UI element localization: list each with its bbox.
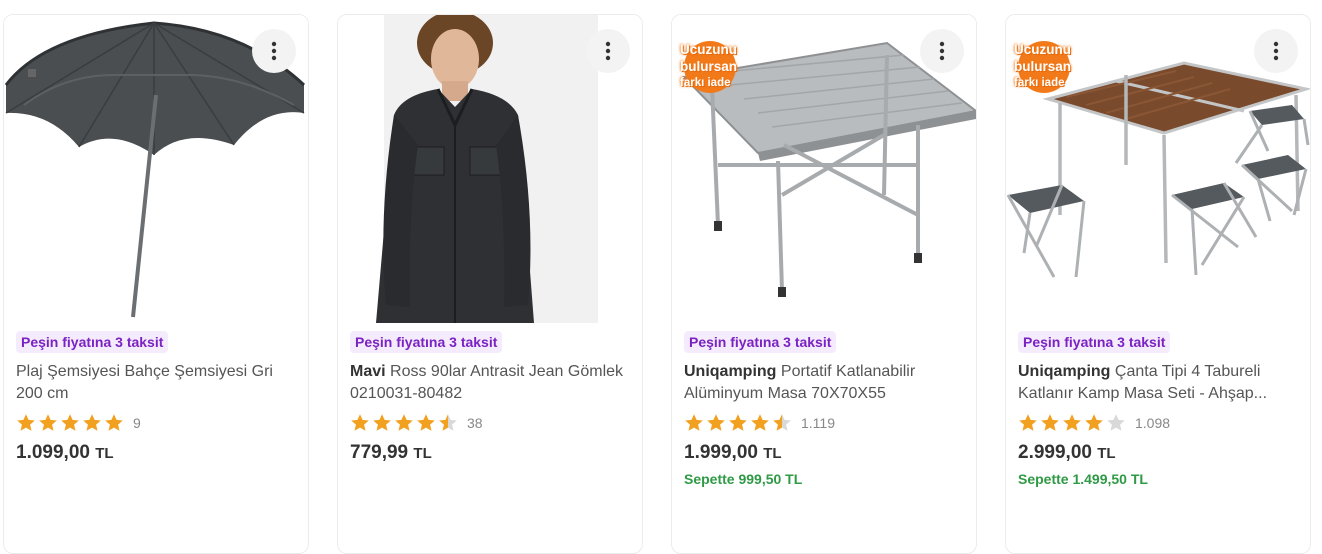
- price-currency: TL: [413, 445, 432, 462]
- more-options-button[interactable]: [252, 29, 296, 73]
- review-count: 9: [133, 415, 141, 431]
- price-currency: TL: [1097, 445, 1116, 462]
- promo-badge-line2: bulursan: [1014, 59, 1072, 74]
- star-icon: [39, 414, 57, 431]
- product-title[interactable]: Uniqamping Portatif Katlanabilir Alüminy…: [684, 361, 966, 405]
- rating: 9: [16, 412, 298, 434]
- price: 1.099,00 TL: [16, 442, 298, 464]
- rating-stars: [1018, 413, 1126, 433]
- star-icon: [707, 414, 725, 431]
- basket-price: Sepette 1.499,50 TL: [1018, 471, 1148, 487]
- price-value: 1.999,00: [684, 442, 758, 463]
- product-card[interactable]: Peşin fiyatına 3 taksit Plaj Şemsiyesi B…: [3, 14, 309, 554]
- star-icon: [439, 414, 457, 431]
- rating: 1.098: [1018, 412, 1300, 434]
- star-icon: [61, 414, 79, 431]
- promo-badge: Ucuzunu bulursan farkı iade: [1014, 37, 1092, 93]
- installment-badge: Peşin fiyatına 3 taksit: [1018, 331, 1171, 353]
- review-count: 1.098: [1135, 415, 1171, 431]
- star-icon: [1019, 414, 1037, 431]
- star-icon: [417, 414, 435, 431]
- product-brand: Mavi: [350, 363, 386, 380]
- promo-badge-line2: bulursan: [680, 59, 738, 74]
- promo-badge-line3: farkı iade: [680, 77, 731, 89]
- price-value: 779,99: [350, 442, 409, 463]
- star-icon: [351, 414, 369, 431]
- price-value: 2.999,00: [1018, 442, 1092, 463]
- star-icon: [1063, 414, 1081, 431]
- review-count: 1.119: [801, 415, 835, 431]
- product-name: Plaj Şemsiyesi Bahçe Şemsiyesi Gri 200 c…: [16, 363, 273, 402]
- product-title[interactable]: Mavi Ross 90lar Antrasit Jean Gömlek 021…: [350, 361, 632, 405]
- rating-stars: [684, 413, 792, 433]
- kebab-menu-icon: [271, 41, 277, 61]
- product-card[interactable]: Peşin fiyatına 3 taksit Mavi Ross 90lar …: [337, 14, 643, 554]
- rating-stars: [16, 413, 124, 433]
- star-icon: [773, 414, 791, 431]
- kebab-menu-icon: [939, 41, 945, 61]
- promo-badge-line1: Ucuzunu: [1014, 42, 1071, 57]
- star-icon: [751, 414, 769, 431]
- price-value: 1.099,00: [16, 442, 90, 463]
- product-card[interactable]: Ucuzunu bulursan farkı iade Peşin fiyatı…: [1005, 14, 1311, 554]
- star-icon: [395, 414, 413, 431]
- star-icon: [83, 414, 101, 431]
- product-info: Peşin fiyatına 3 taksit Mavi Ross 90lar …: [350, 331, 632, 464]
- kebab-menu-icon: [1273, 41, 1279, 61]
- more-options-button[interactable]: [920, 29, 964, 73]
- rating-stars: [350, 413, 458, 433]
- star-icon: [685, 414, 703, 431]
- star-icon: [1041, 414, 1059, 431]
- product-info: Peşin fiyatına 3 taksit Plaj Şemsiyesi B…: [16, 331, 298, 464]
- star-icon: [1107, 414, 1125, 431]
- product-title[interactable]: Uniqamping Çanta Tipi 4 Tabureli Katlanı…: [1018, 361, 1300, 405]
- promo-badge: Ucuzunu bulursan farkı iade: [680, 37, 758, 93]
- star-icon: [105, 414, 123, 431]
- rating: 1.119: [684, 412, 966, 434]
- price: 1.999,00 TL: [684, 442, 966, 464]
- rating: 38: [350, 412, 632, 434]
- product-info: Peşin fiyatına 3 taksit Uniqamping Çanta…: [1018, 331, 1300, 487]
- product-name: Ross 90lar Antrasit Jean Gömlek 0210031-…: [350, 363, 624, 402]
- star-icon: [17, 414, 35, 431]
- price-currency: TL: [763, 445, 782, 462]
- star-icon: [1085, 414, 1103, 431]
- promo-badge-line3: farkı iade: [1014, 77, 1065, 89]
- kebab-menu-icon: [605, 41, 611, 61]
- review-count: 38: [467, 415, 483, 431]
- installment-badge: Peşin fiyatına 3 taksit: [350, 331, 503, 353]
- promo-badge-line1: Ucuzunu: [680, 42, 737, 57]
- more-options-button[interactable]: [586, 29, 630, 73]
- product-info: Peşin fiyatına 3 taksit Uniqamping Porta…: [684, 331, 966, 487]
- basket-price: Sepette 999,50 TL: [684, 471, 803, 487]
- star-icon: [373, 414, 391, 431]
- star-icon: [729, 414, 747, 431]
- installment-badge: Peşin fiyatına 3 taksit: [684, 331, 837, 353]
- product-card[interactable]: Ucuzunu bulursan farkı iade Peşin fiyatı…: [671, 14, 977, 554]
- installment-badge: Peşin fiyatına 3 taksit: [16, 331, 169, 353]
- product-title[interactable]: Plaj Şemsiyesi Bahçe Şemsiyesi Gri 200 c…: [16, 361, 298, 405]
- product-brand: Uniqamping: [684, 363, 777, 380]
- more-options-button[interactable]: [1254, 29, 1298, 73]
- price: 779,99 TL: [350, 442, 632, 464]
- price-currency: TL: [95, 445, 114, 462]
- product-brand: Uniqamping: [1018, 363, 1111, 380]
- price: 2.999,00 TL: [1018, 442, 1300, 464]
- product-grid: Peşin fiyatına 3 taksit Plaj Şemsiyesi B…: [0, 0, 1322, 554]
